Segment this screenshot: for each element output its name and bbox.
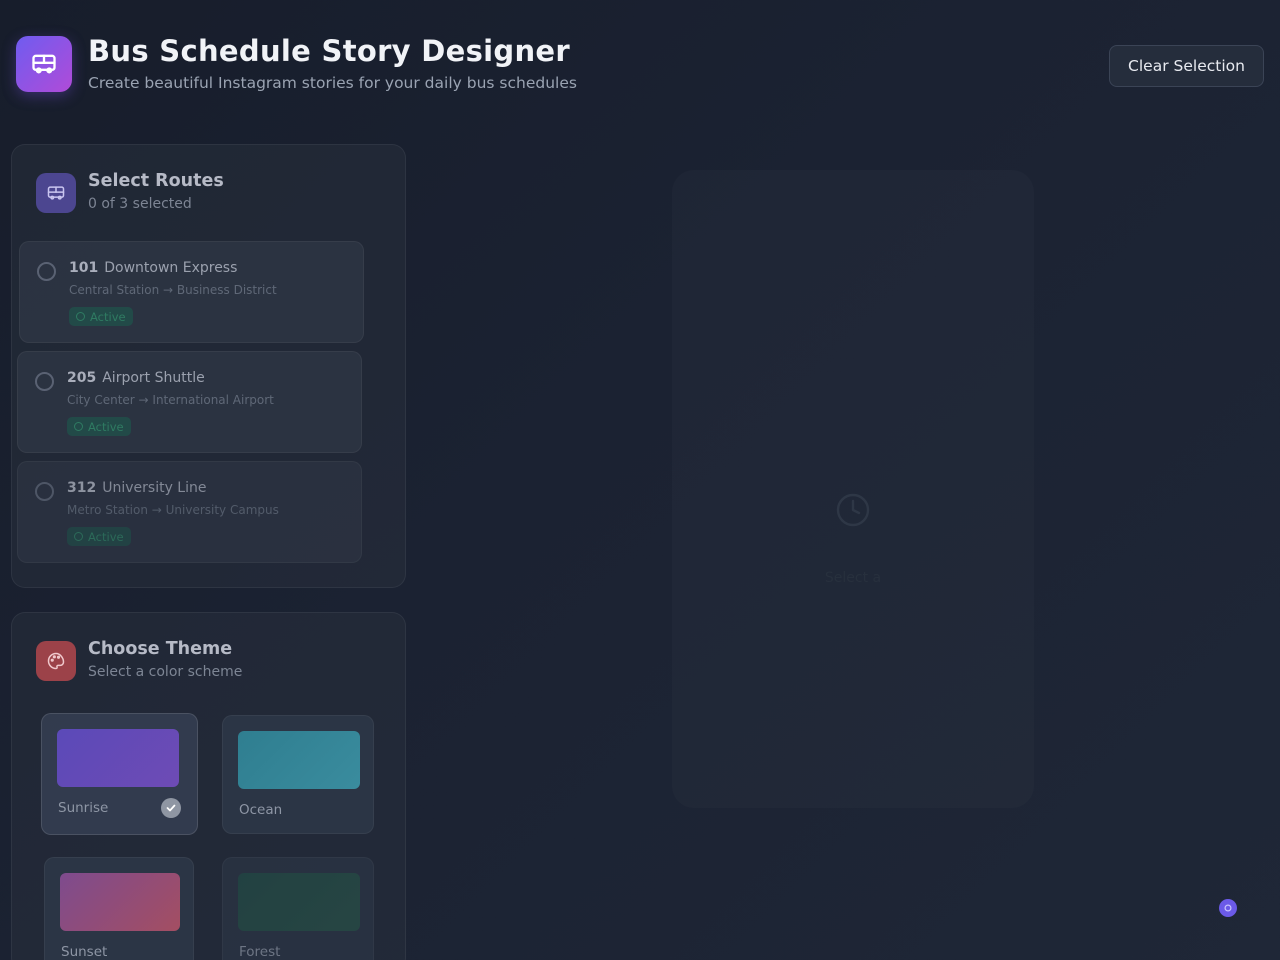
checkmark-icon bbox=[161, 798, 181, 818]
status-badge: Active bbox=[67, 527, 131, 546]
route-path: City Center → International Airport bbox=[67, 393, 274, 407]
choose-theme-card: Choose Theme Select a color scheme Sunri… bbox=[11, 612, 406, 960]
route-item-205[interactable]: 205 Airport Shuttle City Center → Interna… bbox=[17, 351, 362, 453]
status-label: Active bbox=[90, 309, 126, 324]
theme-swatch bbox=[60, 873, 180, 931]
routes-selected-count: 0 of 3 selected bbox=[88, 195, 192, 212]
page-subtitle: Create beautiful Instagram stories for y… bbox=[88, 74, 577, 92]
route-name: Downtown Express bbox=[104, 260, 238, 276]
theme-option-sunrise[interactable]: Sunrise bbox=[41, 713, 198, 835]
theme-option-sunset[interactable]: Sunset bbox=[44, 857, 194, 960]
preview-empty-text: Select a bbox=[824, 570, 882, 586]
theme-swatch bbox=[238, 873, 360, 931]
palette-icon bbox=[36, 641, 76, 681]
theme-card-title: Choose Theme bbox=[88, 638, 233, 659]
theme-swatch bbox=[57, 729, 179, 787]
route-number: 312 bbox=[67, 480, 97, 496]
theme-label: Sunrise bbox=[58, 800, 109, 816]
status-dot-icon bbox=[74, 532, 83, 541]
route-item-101[interactable]: 101 Downtown Express Central Station → Bu… bbox=[19, 241, 364, 343]
theme-card-header: Choose Theme Select a color scheme bbox=[36, 638, 243, 681]
route-item-312[interactable]: 312 University Line Metro Station → Unive… bbox=[17, 461, 362, 563]
settings-fab-button[interactable] bbox=[1219, 899, 1237, 917]
route-path: Central Station → Business District bbox=[69, 283, 277, 297]
theme-swatch bbox=[238, 731, 360, 789]
route-name: University Line bbox=[102, 480, 207, 496]
story-preview-frame bbox=[672, 170, 1034, 808]
route-radio[interactable] bbox=[35, 482, 54, 501]
clear-selection-button[interactable]: Clear Selection bbox=[1109, 45, 1264, 87]
theme-option-forest[interactable]: Forest bbox=[222, 857, 374, 960]
route-number: 205 bbox=[67, 370, 97, 386]
status-label: Active bbox=[88, 529, 124, 544]
theme-card-subtitle: Select a color scheme bbox=[88, 663, 243, 680]
route-name: Airport Shuttle bbox=[102, 370, 205, 386]
theme-label: Sunset bbox=[61, 944, 108, 960]
status-badge: Active bbox=[67, 417, 131, 436]
theme-label: Forest bbox=[239, 944, 281, 960]
routes-card-header: Select Routes 0 of 3 selected bbox=[36, 170, 224, 213]
theme-label: Ocean bbox=[239, 802, 283, 818]
bus-icon bbox=[36, 173, 76, 213]
status-dot-icon bbox=[76, 312, 85, 321]
select-routes-card: Select Routes 0 of 3 selected 101 Downtow… bbox=[11, 144, 406, 588]
status-label: Active bbox=[88, 419, 124, 434]
theme-option-ocean[interactable]: Ocean bbox=[222, 715, 374, 834]
routes-card-title: Select Routes bbox=[88, 170, 224, 191]
page-title: Bus Schedule Story Designer bbox=[88, 34, 570, 68]
clock-icon bbox=[835, 492, 871, 532]
route-path: Metro Station → University Campus bbox=[67, 503, 279, 517]
route-number: 101 bbox=[69, 260, 99, 276]
app-header: Bus Schedule Story Designer Create beaut… bbox=[16, 34, 577, 92]
status-badge: Active bbox=[69, 307, 133, 326]
route-radio[interactable] bbox=[37, 262, 56, 281]
status-dot-icon bbox=[74, 422, 83, 431]
route-radio[interactable] bbox=[35, 372, 54, 391]
bus-icon bbox=[16, 36, 72, 92]
